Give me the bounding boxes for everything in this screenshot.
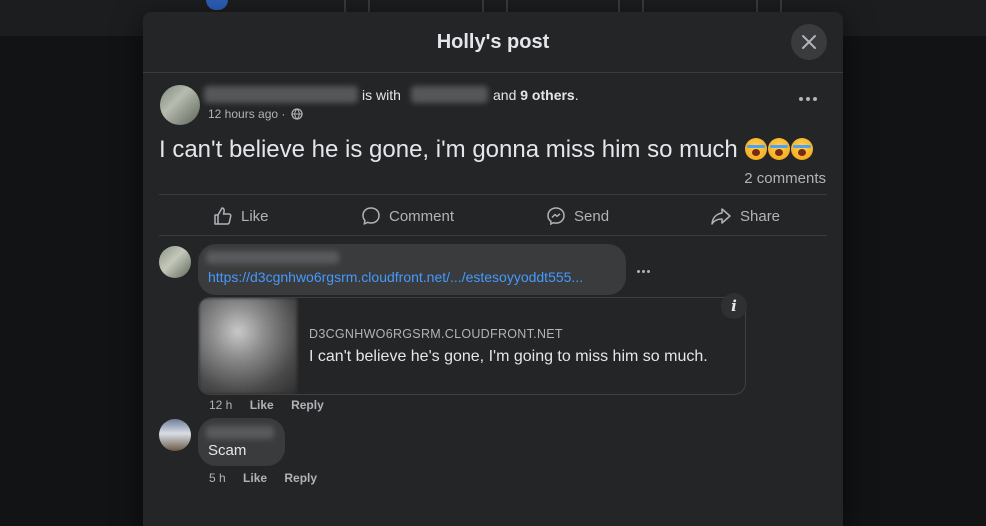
comment-label: Comment (389, 207, 455, 225)
comment-text: Scam (208, 442, 247, 459)
loudly-crying-face-icon (791, 138, 814, 160)
post-dialog: Holly's post is with and 9 others. 12 ho… (143, 12, 843, 526)
link-preview-card[interactable]: D3CGNHWO6RGSRM.CLOUDFRONT.NET I can't be… (198, 297, 746, 395)
post-author-avatar[interactable] (160, 85, 200, 125)
comment-like-link[interactable]: Like (243, 471, 267, 485)
post-message: I can't believe he is gone, i'm gonna mi… (159, 136, 814, 164)
commenter-avatar[interactable] (159, 246, 191, 278)
others-link[interactable]: 9 others (520, 87, 574, 103)
share-arrow-icon (711, 208, 731, 225)
like-button[interactable]: Like (213, 205, 269, 227)
divider (159, 235, 827, 236)
dialog-header: Holly's post (143, 12, 843, 73)
globe-icon (291, 108, 303, 120)
comment-like-link[interactable]: Like (250, 398, 274, 412)
preview-domain: D3CGNHWO6RGSRM.CLOUDFRONT.NET (309, 327, 563, 341)
commenter-name-redacted[interactable] (206, 426, 274, 439)
post-text: I can't believe he is gone, i'm gonna mi… (159, 136, 738, 163)
more-options-icon[interactable] (637, 270, 653, 276)
comment-time[interactable]: 5 h (209, 471, 226, 485)
close-button[interactable] (791, 24, 827, 60)
post-time[interactable]: 12 hours ago (208, 107, 278, 121)
comment-time[interactable]: 12 h (209, 398, 232, 412)
time-separator: · (281, 107, 286, 121)
preview-thumbnail (199, 298, 297, 394)
close-icon (802, 35, 816, 49)
divider (159, 194, 827, 195)
and-text: and (493, 87, 517, 103)
send-button[interactable]: Send (546, 205, 609, 227)
more-options-icon[interactable] (799, 96, 817, 102)
comment-reply-link[interactable]: Reply (284, 471, 317, 485)
thumbs-up-icon (214, 207, 232, 225)
tagged-name-redacted[interactable] (411, 86, 488, 103)
send-label: Send (574, 207, 610, 225)
comment-reply-link[interactable]: Reply (291, 398, 324, 412)
comment-bubble-icon (362, 207, 380, 225)
messenger-icon (547, 207, 565, 226)
commenter-avatar[interactable] (159, 419, 191, 451)
tagged-with-text: is with (362, 87, 401, 103)
comment-button[interactable]: Comment (361, 205, 454, 227)
share-label: Share (740, 207, 781, 225)
period: . (574, 87, 579, 103)
comments-count-link[interactable]: 2 comments (744, 170, 826, 187)
author-name-redacted[interactable] (204, 86, 358, 103)
home-tab-icon[interactable] (206, 0, 228, 10)
dialog-title: Holly's post (436, 31, 550, 53)
comment-actions: 12 h Like Reply (209, 398, 338, 412)
share-button[interactable]: Share (710, 205, 780, 227)
like-label: Like (241, 207, 269, 225)
info-icon[interactable]: i (721, 293, 747, 319)
loudly-crying-face-icon (745, 138, 768, 160)
commenter-name-redacted[interactable] (206, 251, 339, 264)
loudly-crying-face-icon (768, 138, 791, 160)
comment-actions: 5 h Like Reply (209, 471, 331, 485)
preview-title: I can't believe he's gone, I'm going to … (309, 348, 708, 365)
post-timestamp: 12 hours ago · (208, 107, 303, 121)
comment-link[interactable]: https://d3cgnhwo6rgsrm.cloudfront.net/..… (208, 269, 583, 285)
